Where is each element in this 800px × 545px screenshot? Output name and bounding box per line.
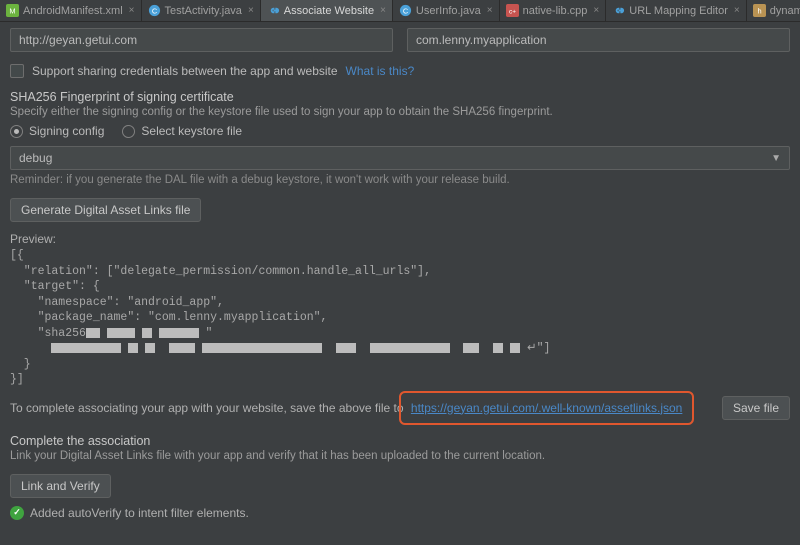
- fingerprint-desc: Specify either the signing config or the…: [10, 106, 790, 118]
- header-file-icon: h: [753, 4, 766, 17]
- radio-label: Select keystore file: [141, 124, 242, 138]
- status-autoverify: Added autoVerify to intent filter elemen…: [30, 506, 249, 520]
- check-circle-icon: ✓: [10, 506, 24, 520]
- tab-label: UserInfo.java: [416, 5, 481, 17]
- association-desc: Link your Digital Asset Links file with …: [10, 450, 790, 462]
- radio-dot-icon: [122, 125, 135, 138]
- svg-text:C: C: [403, 6, 409, 15]
- save-file-button[interactable]: Save file: [722, 396, 790, 420]
- tab-label: dynamics_load.h: [770, 5, 800, 17]
- keystore-reminder: Reminder: if you generate the DAL file w…: [10, 174, 790, 186]
- svg-text:M: M: [9, 6, 15, 15]
- chevron-down-icon: ▼: [771, 153, 781, 164]
- close-icon[interactable]: ×: [593, 5, 599, 16]
- cpp-file-icon: c+: [506, 4, 519, 17]
- editor-tabs: M AndroidManifest.xml × C TestActivity.j…: [0, 0, 800, 22]
- preview-label: Preview:: [10, 232, 790, 246]
- radio-dot-icon: [10, 125, 23, 138]
- tab-dynamics-load[interactable]: h dynamics_load.h ×: [747, 0, 800, 21]
- radio-signing-config[interactable]: Signing config: [10, 124, 104, 138]
- assetlinks-url-link[interactable]: https://geyan.getui.com/.well-known/asse…: [411, 401, 682, 415]
- xml-file-icon: M: [6, 4, 19, 17]
- radio-label: Signing config: [29, 124, 104, 138]
- package-input[interactable]: [407, 28, 790, 52]
- assetlinks-url-highlight: https://geyan.getui.com/.well-known/asse…: [399, 391, 694, 425]
- site-url-input[interactable]: [10, 28, 393, 52]
- svg-text:C: C: [151, 6, 157, 15]
- link-verify-button[interactable]: Link and Verify: [10, 474, 111, 498]
- link-icon: [612, 4, 625, 17]
- tab-label: native-lib.cpp: [523, 5, 588, 17]
- tab-url-mapping[interactable]: URL Mapping Editor ×: [606, 0, 746, 21]
- link-icon: [267, 4, 280, 17]
- tab-label: TestActivity.java: [165, 5, 242, 17]
- tab-label: Associate Website: [284, 5, 374, 17]
- fingerprint-title: SHA256 Fingerprint of signing certificat…: [10, 90, 790, 104]
- association-title: Complete the association: [10, 434, 790, 448]
- close-icon[interactable]: ×: [734, 5, 740, 16]
- svg-text:c+: c+: [509, 8, 516, 15]
- java-file-icon: C: [148, 4, 161, 17]
- close-icon[interactable]: ×: [487, 5, 493, 16]
- tab-android-manifest[interactable]: M AndroidManifest.xml ×: [0, 0, 142, 21]
- main-content: Support sharing credentials between the …: [0, 22, 800, 530]
- tab-label: AndroidManifest.xml: [23, 5, 123, 17]
- signing-config-select[interactable]: debug ▼: [10, 146, 790, 170]
- tab-user-info[interactable]: C UserInfo.java ×: [393, 0, 500, 21]
- tab-test-activity[interactable]: C TestActivity.java ×: [142, 0, 261, 21]
- close-icon[interactable]: ×: [248, 5, 254, 16]
- radio-keystore-file[interactable]: Select keystore file: [122, 124, 242, 138]
- svg-text:h: h: [757, 6, 761, 15]
- share-creds-label: Support sharing credentials between the …: [32, 64, 338, 78]
- tab-label: URL Mapping Editor: [629, 5, 728, 17]
- save-file-instruction: To complete associating your app with yo…: [10, 401, 694, 415]
- java-file-icon: C: [399, 4, 412, 17]
- what-is-this-link[interactable]: What is this?: [346, 64, 415, 78]
- share-creds-checkbox[interactable]: [10, 64, 24, 78]
- generate-dal-button[interactable]: Generate Digital Asset Links file: [10, 198, 201, 222]
- tab-associate-website[interactable]: Associate Website ×: [261, 0, 393, 21]
- close-icon[interactable]: ×: [380, 5, 386, 16]
- close-icon[interactable]: ×: [129, 5, 135, 16]
- tab-native-lib[interactable]: c+ native-lib.cpp ×: [500, 0, 607, 21]
- select-value: debug: [19, 151, 52, 165]
- preview-json: [{ "relation": ["delegate_permission/com…: [10, 248, 790, 388]
